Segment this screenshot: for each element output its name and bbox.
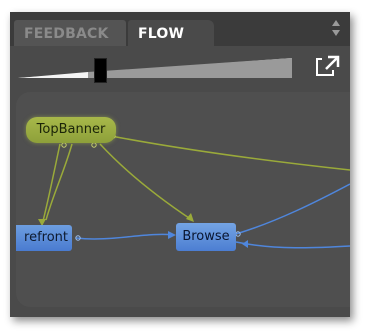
tab-flow[interactable]: FLOW [128,20,214,46]
flow-canvas[interactable]: TopBanner refront Browse [16,92,350,307]
flow-panel: FEEDBACK FLOW TopBanner refront Browse [10,12,350,317]
tab-feedback[interactable]: FEEDBACK [14,20,126,46]
popout-icon[interactable] [316,55,340,77]
zoom-slider-handle[interactable] [94,58,107,83]
edge-topbanner-browse [99,143,193,221]
edge-browse-offscreen-up [235,183,350,235]
tab-scroll-arrows-icon[interactable] [330,18,342,38]
edge-storefront-browse [75,233,175,240]
flow-node-browse[interactable]: Browse [176,223,236,251]
arrow-browse-in-right [242,240,248,248]
port-topbanner-1 [61,142,67,148]
flow-node-topbanner[interactable]: TopBanner [26,117,116,143]
tab-bar: FEEDBACK FLOW [10,12,350,46]
edge-topbanner-offscreen [110,135,350,171]
edge-topbanner-storefront-2 [45,143,73,221]
edge-browse-offscreen-right [235,241,350,249]
flow-node-storefront[interactable]: refront [16,225,72,251]
port-topbanner-2 [91,142,97,148]
flow-toolbar [10,46,350,90]
arrow-browse-in-blue [168,231,176,239]
zoom-slider[interactable] [18,56,292,83]
zoom-slider-track [18,58,292,78]
